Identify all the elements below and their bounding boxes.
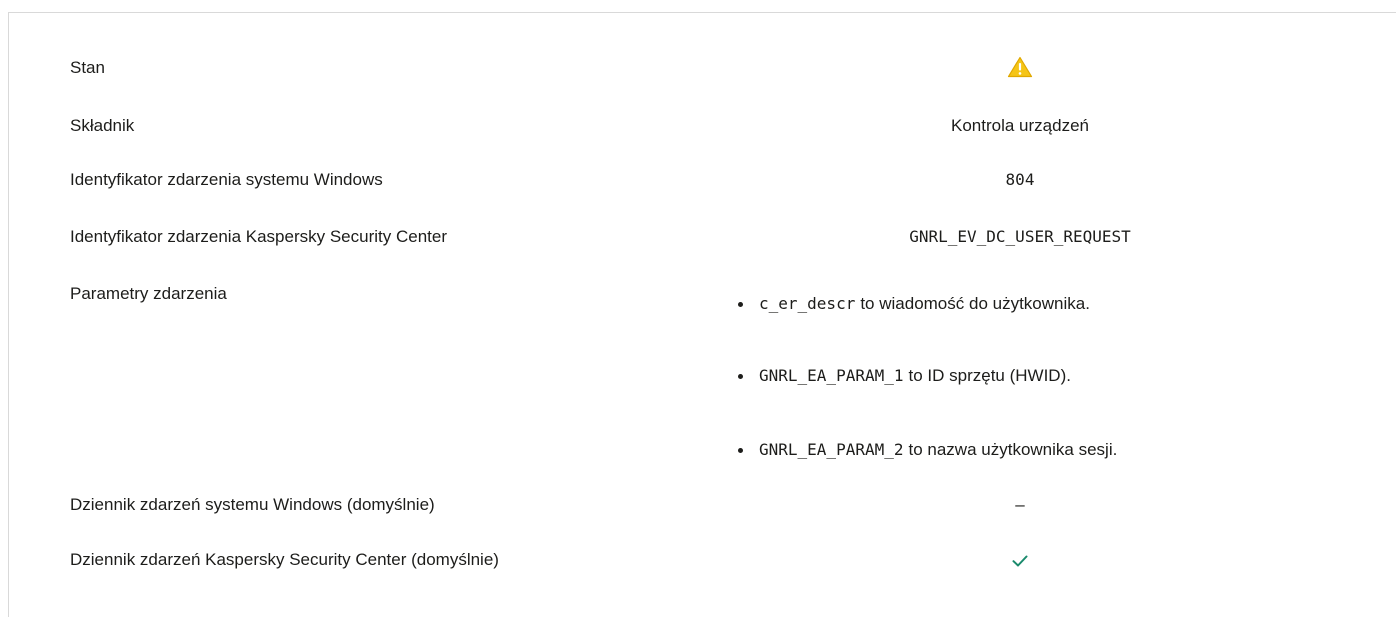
param-code: c_er_descr: [759, 294, 856, 313]
windows-event-log-value: –: [1015, 495, 1025, 514]
windows-event-log-label: Dziennik zdarzeń systemu Windows (domyśl…: [70, 495, 435, 514]
param-text: to nazwa użytkownika sesji.: [908, 440, 1118, 459]
ksc-event-id-label: Identyfikator zdarzenia Kaspersky Securi…: [70, 227, 448, 246]
param-code: GNRL_EA_PARAM_1: [759, 366, 904, 385]
windows-event-id-value: 804: [1005, 170, 1035, 189]
ksc-event-log-label: Dziennik zdarzeń Kaspersky Security Cent…: [70, 550, 499, 569]
ksc-event-id-value: GNRL_EV_DC_USER_REQUEST: [909, 227, 1131, 246]
checkmark-icon: [1012, 555, 1028, 567]
component-value: Kontrola urządzeń: [951, 116, 1089, 135]
list-item: GNRL_EA_PARAM_1 to ID sprzętu (HWID).: [734, 366, 1071, 386]
ksc-event-log-value: [700, 553, 1340, 573]
status-label: Stan: [70, 58, 105, 77]
list-item: GNRL_EA_PARAM_2 to nazwa użytkownika sesj…: [734, 440, 1117, 460]
list-item: c_er_descr to wiadomość do użytkownika.: [734, 294, 1090, 314]
param-text: to wiadomość do użytkownika.: [860, 294, 1090, 313]
warning-icon: [1007, 56, 1033, 78]
param-text: to ID sprzętu (HWID).: [908, 366, 1071, 385]
status-value: [700, 56, 1340, 83]
param-code: GNRL_EA_PARAM_2: [759, 440, 904, 459]
component-label: Składnik: [70, 116, 135, 135]
event-details-table: Stan Składnik Kontrola urządzeń Identyfi…: [8, 12, 1396, 617]
windows-event-id-label: Identyfikator zdarzenia systemu Windows: [70, 170, 383, 189]
event-parameters-label: Parametry zdarzenia: [70, 284, 227, 303]
